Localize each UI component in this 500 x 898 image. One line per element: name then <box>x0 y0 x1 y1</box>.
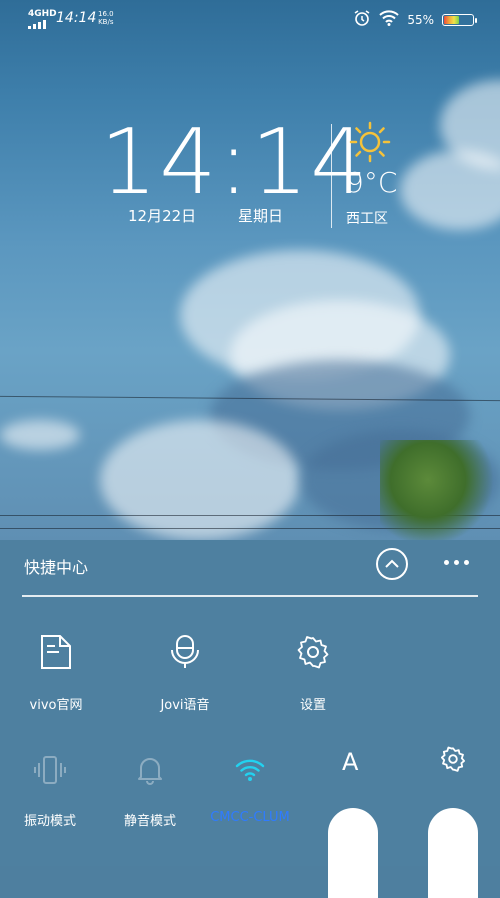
bell-icon <box>100 750 200 790</box>
gear-icon <box>263 630 363 674</box>
battery-percent: 55% <box>407 12 434 27</box>
wifi-network-label: CMCC-CLUM <box>210 810 290 825</box>
shortcut-label: Jovi语音 <box>160 698 210 713</box>
panel-title: 快捷中心 <box>24 558 89 577</box>
status-bar: 4GHD 14:14 16.0 KB/s 55% <box>0 0 500 38</box>
clock-weekday: 星期日 <box>238 207 284 225</box>
document-icon <box>6 630 106 674</box>
control-center: 快捷中心 vivo官网 Jovi语音 设置 振动模式 静音模式 CMCC-CLU… <box>0 540 500 898</box>
clock-date: 12月22日 <box>128 207 197 225</box>
volume-slider[interactable] <box>428 808 478 898</box>
clock-time[interactable]: 14:14 <box>100 118 369 208</box>
network-type: 4GHD <box>28 9 57 19</box>
vibrate-icon <box>0 750 100 790</box>
collapse-button[interactable] <box>376 548 408 580</box>
shortcut-label: 设置 <box>299 698 326 713</box>
shortcut-vivo-website[interactable]: vivo官网 <box>6 630 106 713</box>
font-size-button[interactable]: A <box>342 748 358 776</box>
microphone-icon <box>135 630 235 674</box>
temperature: 9°C <box>346 166 398 199</box>
panel-divider <box>22 595 478 597</box>
chevron-up-icon <box>385 559 399 568</box>
wallpaper <box>0 0 500 540</box>
brightness-slider[interactable] <box>328 808 378 898</box>
wifi-icon <box>200 750 300 790</box>
signal-icon <box>28 20 46 29</box>
battery-icon <box>442 13 477 26</box>
toggle-label: 静音模式 <box>123 814 176 829</box>
toggle-label: 振动模式 <box>23 814 76 829</box>
clock-divider <box>331 124 332 228</box>
toggle-vibrate[interactable]: 振动模式 <box>0 750 100 829</box>
toggle-wifi[interactable]: CMCC-CLUM <box>200 750 300 825</box>
shortcut-label: vivo官网 <box>29 698 83 713</box>
status-time: 14:14 <box>56 10 97 26</box>
weather-location: 西工区 <box>346 211 388 227</box>
shortcut-jovi-voice[interactable]: Jovi语音 <box>135 630 235 713</box>
more-button[interactable] <box>444 560 469 565</box>
toggle-silent[interactable]: 静音模式 <box>100 750 200 829</box>
sun-icon[interactable] <box>348 120 392 168</box>
network-speed: 16.0 KB/s <box>98 10 114 26</box>
wifi-status-icon <box>379 10 400 29</box>
panel-settings-icon[interactable] <box>440 746 466 776</box>
alarm-icon <box>353 9 371 30</box>
shortcut-settings[interactable]: 设置 <box>263 630 363 713</box>
